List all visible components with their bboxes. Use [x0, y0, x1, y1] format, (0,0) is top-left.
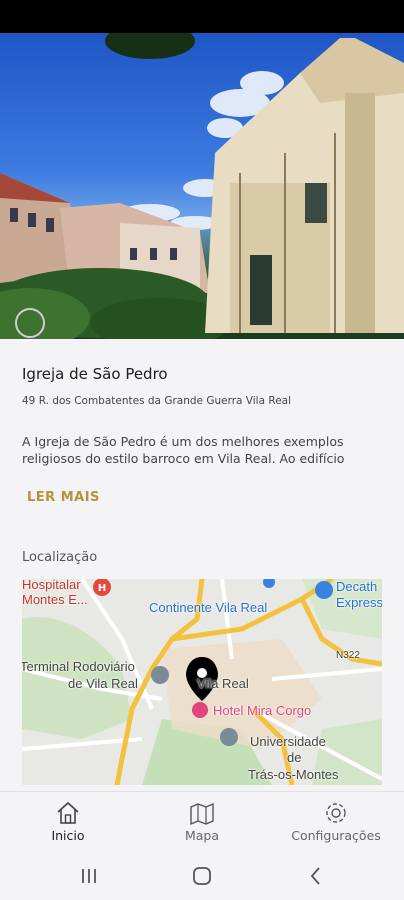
- place-description: A Igreja de São Pedro é um dos melhores …: [22, 434, 345, 466]
- map-icon: [190, 802, 214, 826]
- place-details: Igreja de São Pedro 49 R. dos Combatente…: [0, 339, 404, 791]
- bottom-navigation: Inicio Mapa Configurações: [0, 791, 404, 851]
- back-icon[interactable]: [301, 863, 331, 889]
- map-label-universidade-2: de: [287, 750, 302, 765]
- map-label-hotel: Hotel Mira Corgo: [213, 703, 312, 718]
- church-photo: [0, 33, 404, 339]
- nav-label-mapa: Mapa: [184, 828, 220, 843]
- location-heading: Localização: [22, 550, 98, 565]
- gear-icon: [326, 803, 346, 823]
- place-address: 49 R. dos Combatentes da Grande Guerra V…: [22, 395, 292, 407]
- recent-apps-icon[interactable]: [74, 863, 104, 889]
- map-label-decathlon: Decath: [336, 579, 378, 594]
- place-title: Igreja de São Pedro: [22, 365, 168, 383]
- nav-item-configuracoes[interactable]: Configurações: [276, 792, 396, 852]
- map-label-tras-os-montes: Trás-os-Montes: [248, 767, 339, 782]
- shop-pin-icon: [315, 581, 333, 599]
- map-label-hospital: Hospitalar: [22, 579, 81, 592]
- home-button-icon[interactable]: [187, 863, 217, 889]
- map-label-continente: Continente Vila Real: [149, 600, 268, 615]
- map-label-vila-real: Vila Real: [197, 676, 249, 691]
- svg-text:H: H: [98, 583, 106, 594]
- status-bar: [0, 0, 404, 33]
- hotel-pin-icon: [192, 702, 208, 718]
- map-label-terminal-2: de Vila Real: [68, 676, 138, 691]
- nav-label-inicio: Inicio: [51, 828, 85, 843]
- map-label-decathlon-2: Express: [336, 595, 382, 610]
- map-label-universidade: Universidade: [250, 734, 326, 749]
- map-label-terminal: Terminal Rodoviário: [22, 659, 135, 674]
- location-map[interactable]: H Hospitalar Montes E... Decath Express …: [22, 579, 382, 785]
- university-pin-icon: [220, 728, 238, 746]
- map-label-road: N322: [336, 650, 360, 661]
- nav-item-inicio[interactable]: Inicio: [8, 792, 128, 852]
- bus-terminal-icon: [151, 666, 169, 684]
- read-more-button[interactable]: LER MAIS: [27, 490, 100, 505]
- map-label-hospital-2: Montes E...: [22, 592, 88, 607]
- nav-item-mapa[interactable]: Mapa: [142, 792, 262, 852]
- home-icon: [57, 801, 79, 824]
- nav-label-configuracoes: Configurações: [291, 828, 381, 843]
- system-navigation-bar: [0, 851, 404, 900]
